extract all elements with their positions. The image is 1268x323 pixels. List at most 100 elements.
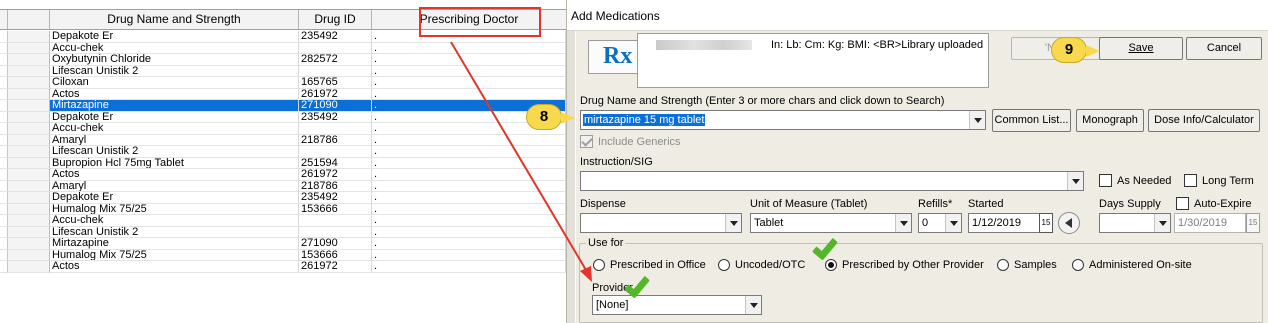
refills-value: 0 [922, 217, 929, 229]
dispense-dropdown-icon[interactable] [725, 214, 741, 232]
drug-id-cell [299, 123, 372, 135]
auto-expire-checkbox[interactable] [1176, 197, 1189, 210]
refills-dropdown-icon[interactable] [945, 214, 961, 232]
instruction-sig-combobox[interactable] [580, 171, 1084, 191]
radio-uncoded-otc[interactable] [718, 259, 730, 271]
row-gutter [0, 134, 8, 146]
table-row[interactable]: Ciloxan 165765. [0, 77, 566, 89]
cancel-button[interactable]: Cancel [1186, 37, 1262, 60]
row-selector [8, 203, 50, 215]
auto-expire-calendar-icon-day: 15 [1248, 218, 1258, 227]
table-row[interactable]: Amaryl 218786. [0, 134, 566, 146]
calendar-icon[interactable]: 15 [1039, 213, 1053, 233]
unit-of-measure-combobox[interactable]: Tablet [750, 213, 912, 233]
step-9-number: 9 [1064, 41, 1074, 58]
radio-samples[interactable] [997, 259, 1009, 271]
previous-date-button[interactable] [1058, 212, 1080, 234]
row-selector [8, 77, 50, 89]
prescribing-doctor-cell: . [372, 42, 566, 54]
drug-name-combobox[interactable]: mirtazapine 15 mg tablet [580, 110, 986, 130]
long-term-checkbox[interactable] [1184, 174, 1197, 187]
row-selector [8, 238, 50, 250]
auto-expire-date-field[interactable]: 1/30/2019 [1174, 213, 1246, 233]
dose-info-calculator-button[interactable]: Dose Info/Calculator [1148, 109, 1260, 132]
table-row[interactable]: Actos 261972. [0, 261, 566, 273]
drug-id-cell: 251594 [299, 157, 372, 169]
step-8-badge: 8 [526, 104, 575, 130]
table-row[interactable]: Actos 261972. [0, 169, 566, 181]
days-supply-combobox[interactable] [1099, 213, 1171, 233]
column-header-drug-id[interactable]: Drug ID [299, 10, 372, 29]
unit-of-measure-dropdown-icon[interactable] [895, 214, 911, 232]
table-row[interactable]: Humalog Mix 75/25 153666. [0, 249, 566, 261]
drug-name-cell: Ciloxan [50, 77, 299, 89]
row-selector [8, 215, 50, 227]
table-row[interactable]: Oxybutynin Chloride 282572. [0, 54, 566, 66]
drug-name-cell: Actos [50, 261, 299, 273]
as-needed-label: As Needed [1117, 175, 1172, 187]
auto-expire-label: Auto-Expire [1194, 198, 1252, 210]
table-row[interactable]: Bupropion Hcl 75mg Tablet 251594. [0, 157, 566, 169]
dialog-title: Add Medications [571, 9, 660, 23]
drug-name-dropdown-icon[interactable] [969, 111, 985, 129]
radio-prescribed-in-office[interactable] [593, 259, 605, 271]
started-date-value: 1/12/2019 [972, 217, 1021, 229]
common-list-button[interactable]: Common List... [992, 109, 1071, 132]
column-header-drug-name[interactable]: Drug Name and Strength [50, 10, 299, 29]
instruction-dropdown-icon[interactable] [1067, 172, 1083, 190]
unit-of-measure-label: Unit of Measure (Tablet) [750, 198, 868, 210]
table-row[interactable]: Mirtazapine 271090. [0, 238, 566, 250]
row-gutter [0, 77, 8, 89]
as-needed-checkbox[interactable] [1099, 174, 1112, 187]
prescribing-doctor-cell: . [372, 65, 566, 77]
dispense-combobox[interactable] [580, 213, 742, 233]
table-row[interactable]: Accu-chek. [0, 215, 566, 227]
table-row[interactable]: Lifescan Unistik 2. [0, 146, 566, 158]
provider-combobox[interactable]: [None] [592, 295, 762, 315]
rx-icon-label: Rx [603, 43, 633, 69]
table-row[interactable]: Depakote Er 235492. [0, 192, 566, 204]
include-generics-label: Include Generics [598, 136, 681, 148]
row-gutter [0, 192, 8, 204]
table-row[interactable]: Lifescan Unistik 2. [0, 65, 566, 77]
auto-expire-calendar-icon[interactable]: 15 [1246, 213, 1260, 233]
long-term-label: Long Term [1202, 175, 1254, 187]
include-generics-checkbox[interactable] [580, 135, 593, 148]
prescribing-doctor-cell: . [372, 192, 566, 204]
step-8-number: 8 [539, 108, 549, 125]
grid-header-corner [0, 10, 8, 29]
drug-id-cell [299, 146, 372, 158]
table-row[interactable]: Actos 261972. [0, 88, 566, 100]
table-row[interactable]: Mirtazapine 271090. [0, 100, 566, 112]
days-supply-dropdown-icon[interactable] [1154, 214, 1170, 232]
prescribing-doctor-cell: . [372, 226, 566, 238]
row-selector [8, 31, 50, 43]
table-row[interactable]: Lifescan Unistik 2. [0, 226, 566, 238]
refills-combobox[interactable]: 0 [918, 213, 962, 233]
row-gutter [0, 88, 8, 100]
radio-prescribed-by-other-provider[interactable] [825, 259, 837, 271]
save-button[interactable]: Save [1099, 37, 1183, 60]
instruction-sig-label: Instruction/SIG [580, 156, 653, 168]
table-row[interactable]: Depakote Er 235492. [0, 111, 566, 123]
prescribing-doctor-cell: . [372, 238, 566, 250]
started-date-field[interactable]: 1/12/2019 [968, 213, 1040, 233]
table-row[interactable]: Amaryl 218786. [0, 180, 566, 192]
row-selector [8, 54, 50, 66]
provider-value: [None] [596, 299, 629, 311]
provider-dropdown-icon[interactable] [745, 296, 761, 314]
row-selector [8, 134, 50, 146]
radio-administered-on-site[interactable] [1072, 259, 1084, 271]
prescribed-by-other-provider-label: Prescribed by Other Provider [842, 259, 984, 271]
table-row[interactable]: Humalog Mix 75/25 153666. [0, 203, 566, 215]
monograph-button[interactable]: Monograph [1076, 109, 1144, 132]
table-row[interactable]: Accu-chek. [0, 123, 566, 135]
row-selector [8, 65, 50, 77]
days-supply-label: Days Supply [1099, 198, 1161, 210]
drug-name-cell: Lifescan Unistik 2 [50, 65, 299, 77]
add-medications-dialog: Add Medications Rx In: Lb: Cm: Kg: BMI: … [566, 0, 1268, 323]
drug-name-cell: Accu-chek [50, 215, 299, 227]
drug-id-cell: 261972 [299, 88, 372, 100]
drug-id-cell: 153666 [299, 203, 372, 215]
table-row[interactable]: Accu-chek. [0, 42, 566, 54]
